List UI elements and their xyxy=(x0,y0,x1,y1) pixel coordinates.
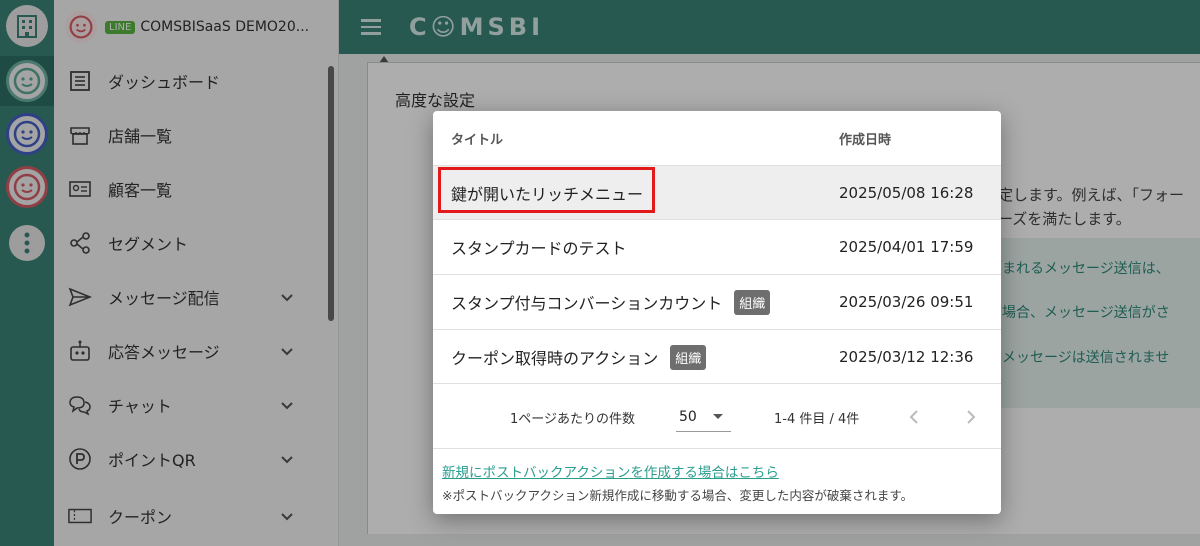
table-row[interactable]: スタンプカードのテスト 2025/04/01 17:59 xyxy=(433,219,1001,273)
rows-per-page-value: 50 xyxy=(679,408,697,425)
page-range-text: 1-4 件目 / 4件 xyxy=(774,411,860,427)
highlight-box xyxy=(438,167,655,213)
prev-page-icon[interactable] xyxy=(903,406,925,428)
table-row[interactable]: クーポン取得時のアクション 組織 2025/03/12 12:36 xyxy=(433,329,1001,383)
row-date: 2025/05/08 16:28 xyxy=(839,184,974,202)
create-postback-link[interactable]: 新規にポストバックアクションを作成する場合はこちら xyxy=(442,461,779,481)
pagination-bar: 1ページあたりの件数 50 1-4 件目 / 4件 xyxy=(433,383,1001,449)
organization-badge: 組織 xyxy=(734,289,771,315)
column-header-date[interactable]: 作成日時 xyxy=(839,111,891,165)
row-title: クーポン取得時のアクション 組織 xyxy=(451,330,707,384)
row-title: スタンプ付与コンバーションカウント 組織 xyxy=(451,275,771,329)
discard-warning-note: ※ポストバックアクション新規作成に移動する場合、変更した内容が破棄されます。 xyxy=(442,488,914,503)
row-title: スタンプカードのテスト xyxy=(451,239,627,258)
organization-badge: 組織 xyxy=(670,344,707,370)
rows-per-page-select[interactable]: 50 xyxy=(676,402,731,432)
next-page-icon[interactable] xyxy=(960,406,982,428)
row-date: 2025/03/26 09:51 xyxy=(839,293,974,311)
dropdown-arrow-icon xyxy=(713,414,723,419)
rows-per-page-label: 1ページあたりの件数 xyxy=(510,411,636,427)
row-date: 2025/03/12 12:36 xyxy=(839,348,974,366)
column-header-title[interactable]: タイトル xyxy=(451,111,503,165)
row-date: 2025/04/01 17:59 xyxy=(839,238,974,256)
table-row[interactable]: スタンプ付与コンバーションカウント 組織 2025/03/26 09:51 xyxy=(433,274,1001,328)
